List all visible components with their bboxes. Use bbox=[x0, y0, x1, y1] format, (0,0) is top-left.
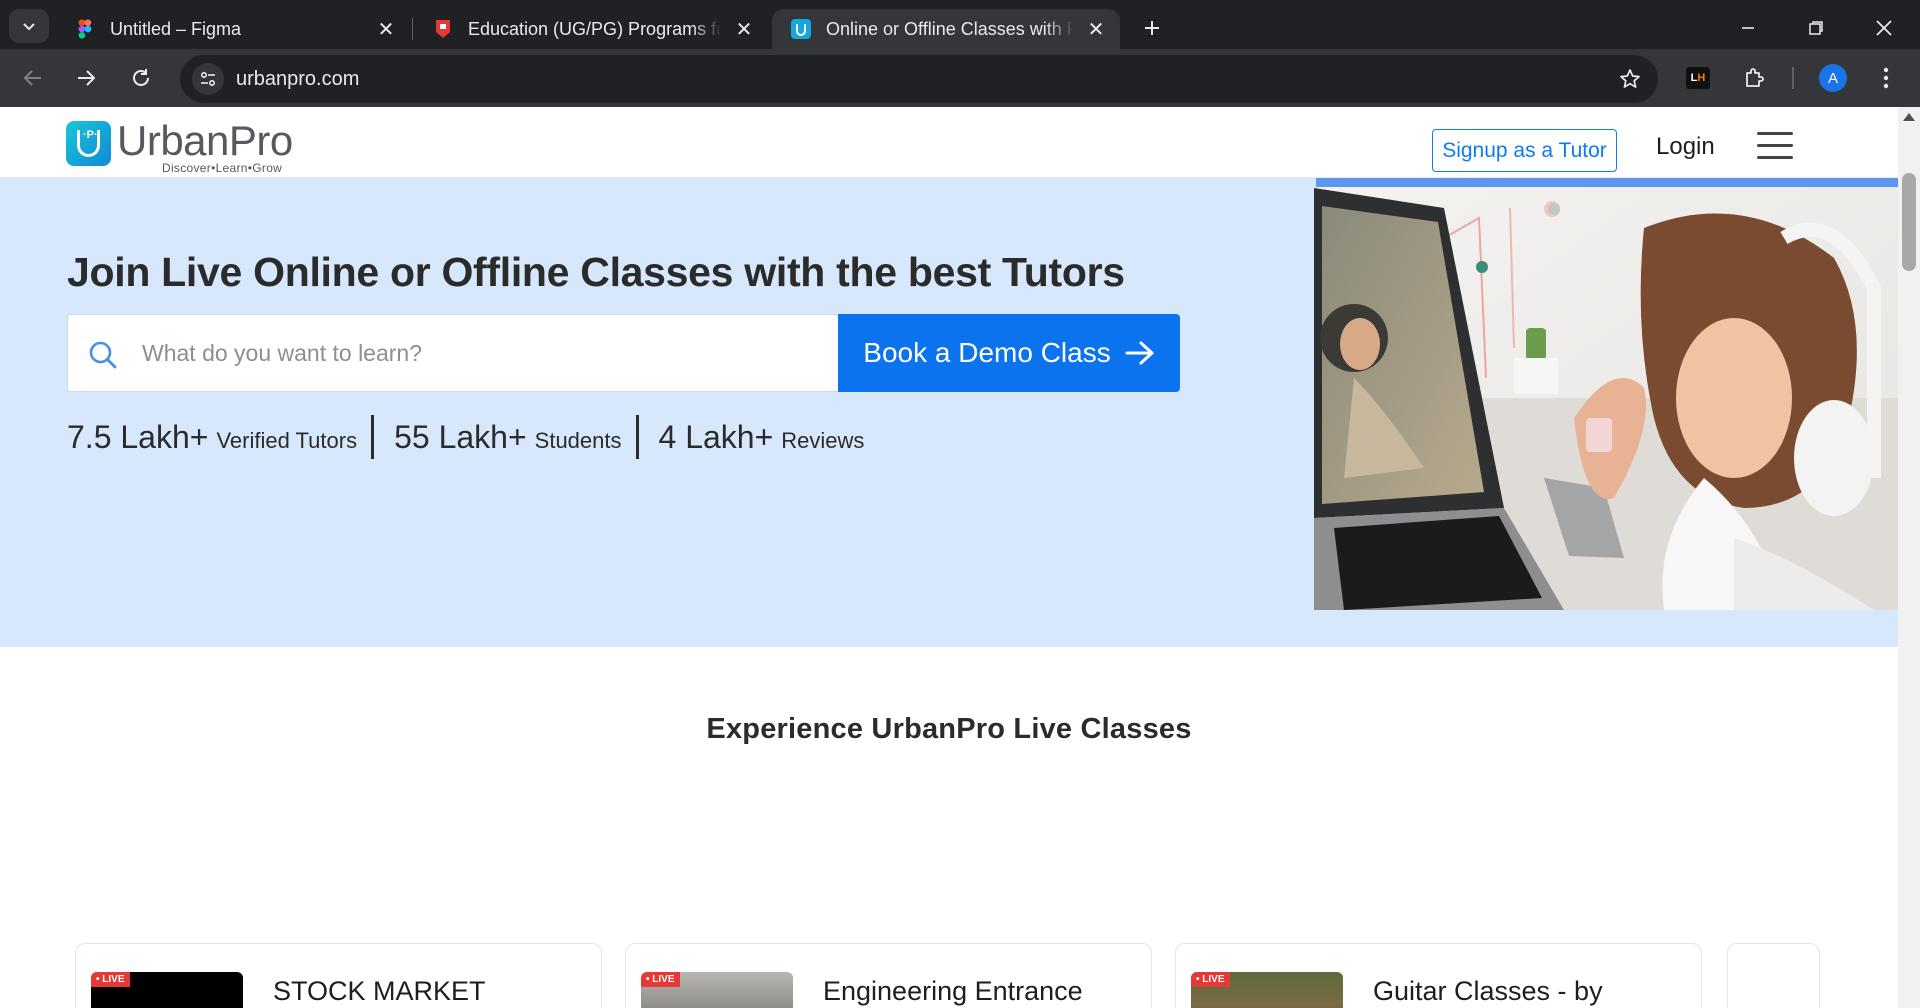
stat-label: Students bbox=[534, 427, 622, 453]
search-icon bbox=[88, 340, 118, 375]
more-vertical-icon bbox=[1883, 67, 1889, 89]
logo-tagline: Discover•Learn•Grow bbox=[162, 161, 283, 175]
live-class-card[interactable]: • LIVE Engineering Entrance bbox=[625, 943, 1152, 1008]
tab-figma[interactable]: Untitled – Figma ✕ bbox=[56, 9, 410, 49]
minimize-button[interactable] bbox=[1728, 8, 1768, 48]
hero-photo bbox=[1314, 187, 1898, 610]
stat-tutors: 7.5 Lakh+ Verified Tutors bbox=[67, 419, 371, 456]
star-icon bbox=[1620, 69, 1640, 88]
url-text[interactable]: urbanpro.com bbox=[236, 68, 359, 91]
live-classes-heading: Experience UrbanPro Live Classes bbox=[706, 713, 1192, 745]
stat-label: Reviews bbox=[781, 427, 865, 453]
toolbar-divider bbox=[1792, 67, 1794, 89]
site-info-button[interactable] bbox=[192, 63, 224, 95]
class-thumbnail: • LIVE bbox=[641, 972, 793, 1008]
browser-toolbar: urbanpro.com LH A bbox=[0, 49, 1920, 107]
class-thumbnail: • LIVE bbox=[1191, 972, 1343, 1008]
figma-icon bbox=[74, 18, 96, 40]
card-title: STOCK MARKET bbox=[273, 976, 486, 1006]
live-badge: • LIVE bbox=[641, 972, 680, 987]
scrollbar-thumb[interactable] bbox=[1902, 173, 1916, 271]
stat-value: 55 Lakh+ bbox=[394, 418, 527, 455]
logo-name: UrbanPro bbox=[117, 117, 293, 164]
book-demo-label: Book a Demo Class bbox=[863, 337, 1111, 368]
tab-education[interactable]: Education (UG/PG) Programs fo ✕ bbox=[414, 9, 768, 49]
live-badge: • LIVE bbox=[1191, 972, 1230, 987]
live-class-card[interactable]: • LIVE Guitar Classes - by bbox=[1175, 943, 1702, 1008]
stats-row: 7.5 Lakh+ Verified Tutors 55 Lakh+ Stude… bbox=[67, 415, 878, 459]
urbanpro-logo-icon: ·P· bbox=[66, 121, 111, 166]
arrow-right-icon bbox=[78, 70, 96, 86]
new-tab-button[interactable] bbox=[1136, 12, 1168, 44]
stat-reviews: 4 Lakh+ Reviews bbox=[659, 419, 879, 456]
live-badge: • LIVE bbox=[91, 972, 130, 987]
tab-divider bbox=[412, 18, 413, 40]
tune-icon bbox=[200, 71, 216, 87]
bookmark-button[interactable] bbox=[1616, 65, 1644, 93]
lighthouse-extension-icon[interactable]: LH bbox=[1686, 67, 1710, 89]
stat-divider bbox=[635, 415, 639, 459]
scroll-up-arrow-icon[interactable] bbox=[1903, 113, 1915, 121]
education-site-icon bbox=[432, 18, 454, 40]
tab-title: Online or Offline Classes with Pe bbox=[826, 18, 1074, 39]
card-title: Engineering Entrance bbox=[823, 976, 1083, 1006]
close-window-button[interactable] bbox=[1864, 8, 1904, 48]
login-link[interactable]: Login bbox=[1656, 133, 1715, 161]
restore-icon bbox=[1809, 21, 1823, 35]
profile-avatar[interactable]: A bbox=[1819, 64, 1847, 92]
hero-title: Join Live Online or Offline Classes with… bbox=[67, 249, 1125, 295]
tab-title: Untitled – Figma bbox=[110, 18, 242, 39]
arrow-right-icon bbox=[1125, 340, 1155, 366]
reload-button[interactable] bbox=[121, 58, 161, 98]
tab-title: Education (UG/PG) Programs fo bbox=[468, 18, 722, 39]
stat-students: 55 Lakh+ Students bbox=[394, 419, 635, 456]
close-tab-icon[interactable]: ✕ bbox=[1082, 15, 1110, 43]
puzzle-icon bbox=[1746, 68, 1764, 87]
menu-icon[interactable] bbox=[1757, 132, 1793, 160]
minimize-icon bbox=[1742, 27, 1754, 29]
plus-icon bbox=[1145, 21, 1159, 35]
chevron-down-icon bbox=[23, 23, 35, 31]
stat-divider bbox=[371, 415, 375, 459]
live-class-card-partial[interactable] bbox=[1727, 943, 1820, 1008]
reload-icon bbox=[133, 69, 149, 86]
stat-value: 4 Lakh+ bbox=[658, 418, 774, 455]
browser-tab-bar: Untitled – Figma ✕ Education (UG/PG) Pro… bbox=[0, 0, 1920, 49]
card-title: Guitar Classes - by bbox=[1373, 976, 1603, 1006]
search-input[interactable] bbox=[142, 315, 822, 391]
back-button[interactable] bbox=[13, 58, 53, 98]
live-class-card[interactable]: • LIVE STOCK MARKET bbox=[75, 943, 602, 1008]
tab-search-button[interactable] bbox=[9, 9, 49, 43]
tab-urbanpro[interactable]: Online or Offline Classes with Pe ✕ bbox=[772, 9, 1120, 49]
urbanpro-favicon bbox=[790, 18, 812, 40]
signup-tutor-button[interactable]: Signup as a Tutor bbox=[1432, 129, 1617, 172]
stat-value: 7.5 Lakh+ bbox=[67, 418, 209, 455]
urbanpro-logo[interactable]: ·P· UrbanPro Discover•Learn•Grow bbox=[66, 117, 293, 175]
restore-button[interactable] bbox=[1796, 8, 1836, 48]
class-thumbnail: • LIVE bbox=[91, 972, 243, 1008]
site-header: ·P· UrbanPro Discover•Learn•Grow Signup … bbox=[0, 107, 1898, 178]
close-tab-icon[interactable]: ✕ bbox=[372, 15, 400, 43]
close-icon bbox=[1876, 20, 1892, 36]
hero-section: Join Live Online or Offline Classes with… bbox=[0, 178, 1898, 647]
page-scrollbar[interactable] bbox=[1898, 107, 1920, 1008]
search-box bbox=[67, 314, 838, 392]
browser-menu-button[interactable] bbox=[1870, 62, 1902, 94]
extensions-button[interactable] bbox=[1738, 62, 1770, 94]
arrow-left-icon bbox=[23, 70, 41, 86]
book-demo-button[interactable]: Book a Demo Class bbox=[838, 314, 1180, 392]
stat-label: Verified Tutors bbox=[216, 427, 358, 453]
address-bar[interactable]: urbanpro.com bbox=[180, 55, 1658, 103]
close-tab-icon[interactable]: ✕ bbox=[730, 15, 758, 43]
forward-button[interactable] bbox=[66, 58, 106, 98]
page-viewport: ·P· UrbanPro Discover•Learn•Grow Signup … bbox=[0, 107, 1898, 1008]
